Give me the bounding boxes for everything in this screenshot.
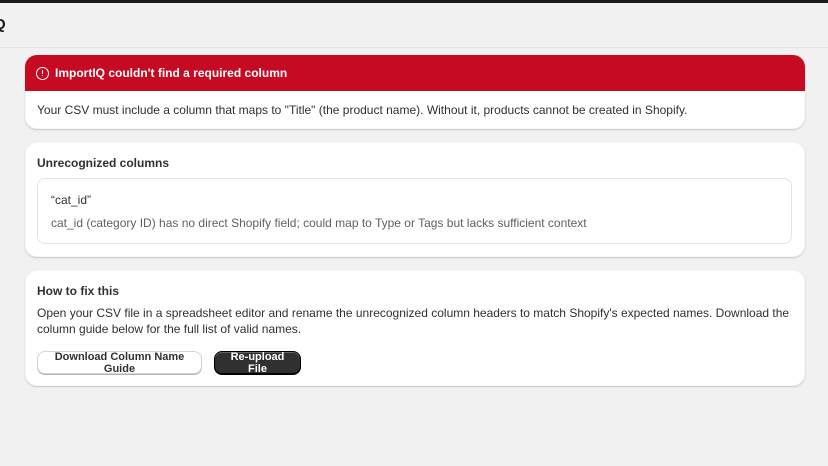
app-title: Q <box>0 16 6 33</box>
column-description: cat_id (category ID) has no direct Shopi… <box>51 216 587 230</box>
banner-header: ImportIQ couldn't find a required column <box>25 55 805 91</box>
critical-banner: ImportIQ couldn't find a required column… <box>25 55 805 129</box>
banner-title: ImportIQ couldn't find a required column <box>55 66 288 80</box>
how-to-fix-text: Open your CSV file in a spreadsheet edit… <box>37 306 790 336</box>
column-name: “cat_id” <box>51 193 92 207</box>
alert-circle-icon <box>36 66 49 80</box>
unrecognized-column-item: “cat_id” cat_id (category ID) has no dir… <box>37 178 792 244</box>
reupload-file-button[interactable]: Re-upload File <box>214 351 301 375</box>
download-column-guide-button[interactable]: Download Column Name Guide <box>37 351 202 375</box>
app-header: Q <box>0 3 828 48</box>
how-to-fix-card: How to fix this Open your CSV file in a … <box>25 270 805 386</box>
unrecognized-columns-heading: Unrecognized columns <box>37 156 170 170</box>
unrecognized-columns-card: Unrecognized columns “cat_id” cat_id (ca… <box>25 142 805 257</box>
how-to-fix-heading: How to fix this <box>37 284 119 298</box>
banner-message: Your CSV must include a column that maps… <box>37 103 688 117</box>
